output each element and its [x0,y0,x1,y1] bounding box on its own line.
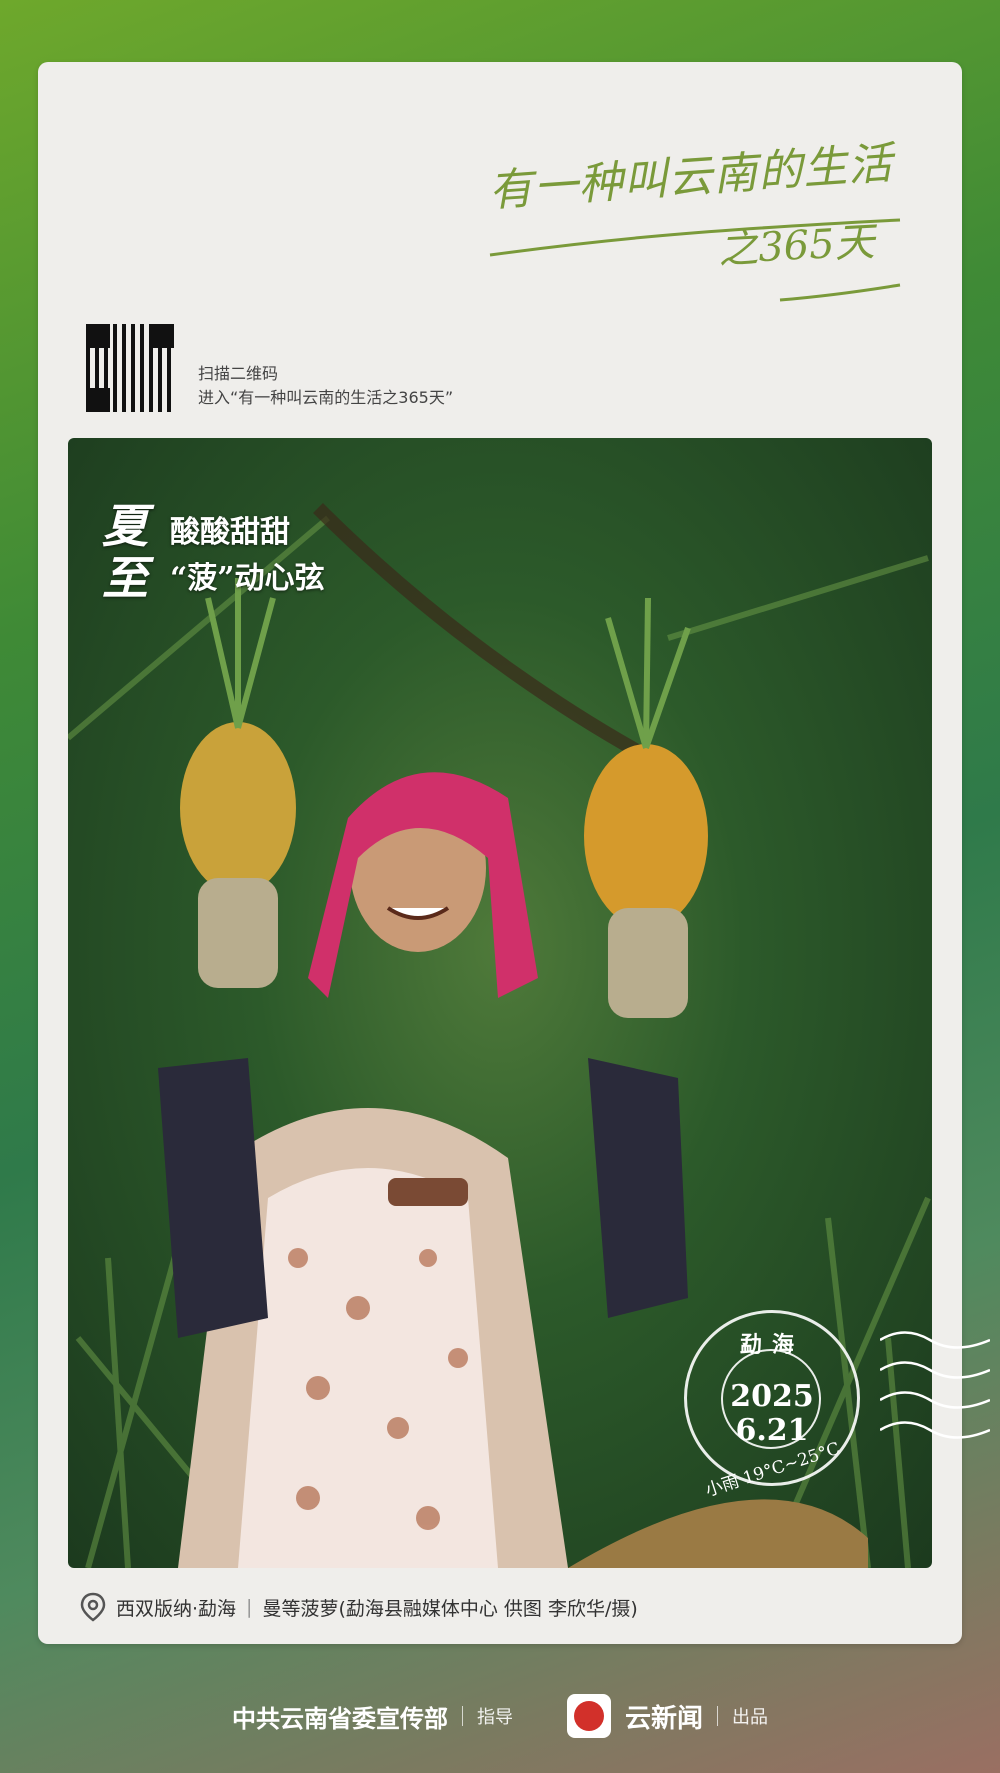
postmark-wave-lines-icon [880,1331,990,1439]
qr-instructions: 扫描二维码 进入“有一种叫云南的生活之365天” [198,362,453,410]
location-pin-icon [80,1592,106,1622]
stamp-place: 勐海 [739,1332,804,1358]
qr-line2: 进入“有一种叫云南的生活之365天” [198,388,454,407]
photo-headline: 酸酸甜甜 “菠”动心弦 [170,510,325,602]
footer-produce: 出品 [732,1707,768,1728]
yunxinwen-logo-icon [566,1694,611,1738]
footer-app-name: 云新闻 [624,1703,703,1734]
footer-credits: 中共云南省委宣传部 指导 云新闻 出品 [0,1690,1000,1742]
qr-line1: 扫描二维码 [198,364,279,383]
footer-separator [461,1706,463,1726]
footer-guide: 指导 [476,1707,513,1728]
stamp-year: 2025 [730,1379,814,1414]
qr-code[interactable] [86,324,174,412]
caption-location: 西双版纳·勐海 [116,1597,237,1620]
caption-divider: | [246,1596,253,1618]
footer-separator [717,1706,718,1726]
headline-line1: 酸酸甜甜 [170,515,290,550]
headline-line2: “菠”动心弦 [170,561,325,596]
photo-caption: 西双版纳·勐海 | 曼等菠萝(勐海县融媒体中心 供图 李欣华/摄) [80,1592,638,1622]
footer-dept: 中共云南省委宣传部 [231,1704,448,1733]
postmark-stamp: 勐海 2025 6.21 小雨 19°C~25°C [684,1310,860,1501]
caption-text: 曼等菠萝(勐海县融媒体中心 供图 李欣华/摄) [262,1597,638,1620]
solar-term-label: 夏至 [102,499,148,605]
brand-swoosh-icon [489,218,901,302]
